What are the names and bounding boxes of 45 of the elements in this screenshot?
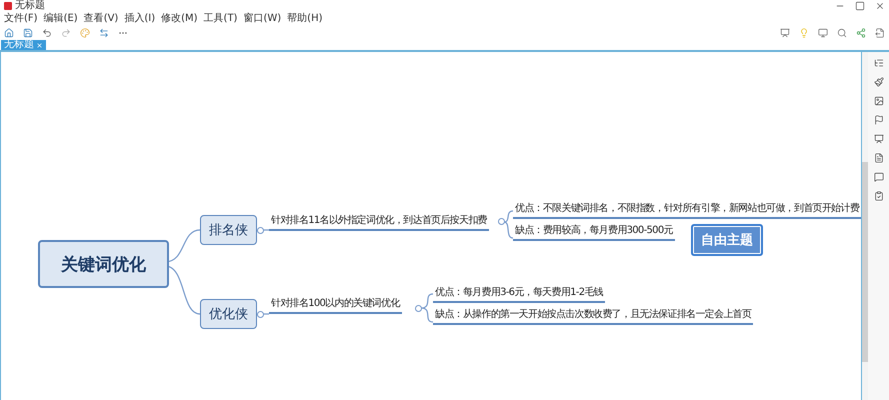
- menu-item[interactable]: 窗口(W): [243, 12, 282, 24]
- document-icon[interactable]: [874, 153, 884, 163]
- presentation-icon[interactable]: [874, 134, 884, 144]
- subtopic[interactable]: 优点：每月费用3-6元，每天费用1-2毛钱: [433, 286, 605, 303]
- collapse-icon[interactable]: [257, 227, 264, 234]
- subtopic[interactable]: 针对排名11名以外指定词优化，到达首页后按天扣费: [269, 214, 489, 231]
- collapse-icon[interactable]: [257, 311, 264, 318]
- monitor-icon[interactable]: [818, 28, 828, 38]
- scrollbar-thumb[interactable]: [862, 162, 868, 362]
- flag-icon[interactable]: [874, 115, 884, 125]
- search-icon[interactable]: [837, 28, 847, 38]
- maximize-icon[interactable]: [855, 1, 865, 11]
- undo-icon[interactable]: [42, 28, 52, 38]
- swap-icon[interactable]: [99, 28, 109, 38]
- subtopic[interactable]: 针对排名100以内的关键词优化: [269, 297, 402, 314]
- window-title: 无标题: [15, 0, 45, 12]
- share-icon[interactable]: [856, 28, 866, 38]
- brush-icon[interactable]: [874, 77, 884, 87]
- main-topic[interactable]: 优化侠: [200, 299, 257, 329]
- collapse-icon[interactable]: [415, 305, 422, 312]
- menu-item[interactable]: 查看(V): [84, 12, 118, 24]
- menu-item[interactable]: 帮助(H): [287, 12, 322, 24]
- subtopic[interactable]: 缺点：费用较高，每月费用300-500元: [513, 224, 675, 241]
- menu-item[interactable]: 修改(M): [161, 12, 198, 24]
- outline-icon[interactable]: [874, 58, 884, 68]
- menu-item[interactable]: 文件(F): [4, 12, 38, 24]
- main-topic[interactable]: 排名侠: [200, 215, 257, 245]
- image-icon[interactable]: [874, 96, 884, 106]
- bracket-line: [420, 293, 434, 323]
- close-icon[interactable]: [36, 42, 43, 48]
- presentation-icon[interactable]: [780, 28, 790, 38]
- comment-icon[interactable]: [874, 172, 884, 182]
- app-logo-icon: [4, 2, 12, 10]
- bracket-line: [503, 210, 514, 239]
- task-icon[interactable]: [874, 191, 884, 201]
- menu-item[interactable]: 工具(T): [204, 12, 238, 24]
- menu-item[interactable]: 插入(I): [124, 12, 156, 24]
- menu-item[interactable]: 编辑(E): [44, 12, 78, 24]
- subtopic[interactable]: 缺点：从操作的第一天开始按点击次数收费了，且无法保证排名一定会上首页: [433, 308, 754, 325]
- collapse-icon[interactable]: [498, 218, 505, 225]
- central-topic[interactable]: 关键词优化: [38, 240, 169, 288]
- subtopic[interactable]: 优点：不限关键词排名，不限指数，针对所有引擎，新网站也可做，到首页开始计费: [513, 202, 861, 219]
- home-icon[interactable]: [4, 28, 14, 38]
- save-icon[interactable]: [23, 28, 33, 38]
- close-icon[interactable]: [875, 1, 885, 11]
